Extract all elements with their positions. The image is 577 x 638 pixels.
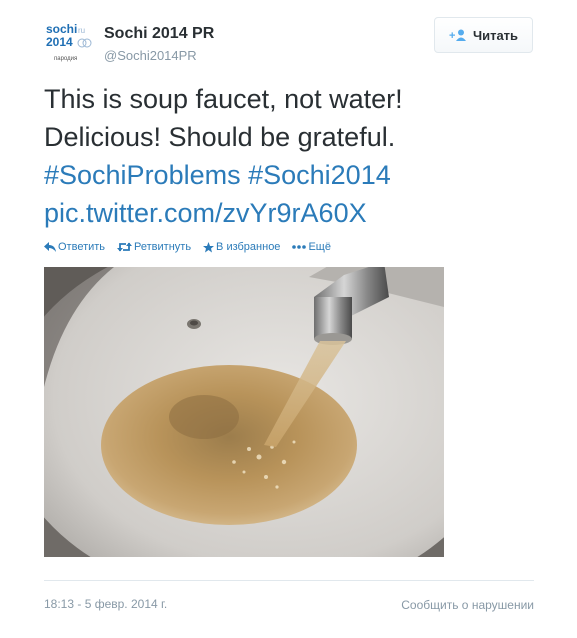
- retweet-label: Ретвитнуть: [134, 241, 192, 253]
- tweet-line-1: This is soup faucet, not water!: [44, 84, 403, 114]
- follow-button[interactable]: + Читать: [434, 17, 533, 53]
- sink-photo: [44, 267, 444, 557]
- avatar-caption: пародия: [54, 56, 77, 62]
- tweet-text: This is soup faucet, not water! Deliciou…: [44, 80, 544, 232]
- sochi-logo-icon: sochi 2014 ru пародия: [44, 16, 92, 64]
- reply-action[interactable]: Ответить: [44, 241, 105, 253]
- reply-icon: [44, 242, 56, 252]
- more-label: Ещё: [308, 241, 331, 253]
- footer-divider: [44, 580, 534, 581]
- follow-button-label: Читать: [472, 27, 519, 43]
- retweet-action[interactable]: Ретвитнуть: [117, 241, 191, 253]
- pic-link[interactable]: pic.twitter.com/zvYr9rA60X: [44, 194, 544, 232]
- svg-text:+: +: [449, 30, 455, 41]
- more-action[interactable]: Ещё: [292, 241, 331, 253]
- reply-label: Ответить: [58, 241, 106, 253]
- logo-ru-mark: ru: [78, 26, 85, 35]
- hashtag-sochiproblems[interactable]: #SochiProblems: [44, 160, 241, 190]
- retweet-icon: [117, 242, 133, 252]
- display-name[interactable]: Sochi 2014 PR: [104, 25, 214, 43]
- favorite-label: В избранное: [216, 241, 281, 253]
- tweet-line-2: Delicious! Should be grateful.: [44, 122, 396, 152]
- tweet-photo[interactable]: [44, 267, 444, 557]
- avatar[interactable]: sochi 2014 ru пародия: [44, 16, 92, 64]
- tweet-actions: Ответить Ретвитнуть В избранное Ещё: [44, 241, 331, 253]
- tweet-timestamp[interactable]: 18:13 - 5 февр. 2014 г.: [44, 597, 167, 611]
- user-handle[interactable]: @Sochi2014PR: [104, 48, 197, 63]
- star-icon: [203, 241, 215, 252]
- report-link[interactable]: Сообщить о нарушении: [401, 598, 534, 612]
- logo-text-sochi: sochi: [46, 22, 77, 36]
- more-icon: [292, 245, 307, 249]
- hashtag-sochi2014[interactable]: #Sochi2014: [248, 160, 391, 190]
- add-user-icon: +: [449, 29, 466, 41]
- logo-text-year: 2014: [46, 35, 73, 49]
- favorite-action[interactable]: В избранное: [203, 241, 280, 253]
